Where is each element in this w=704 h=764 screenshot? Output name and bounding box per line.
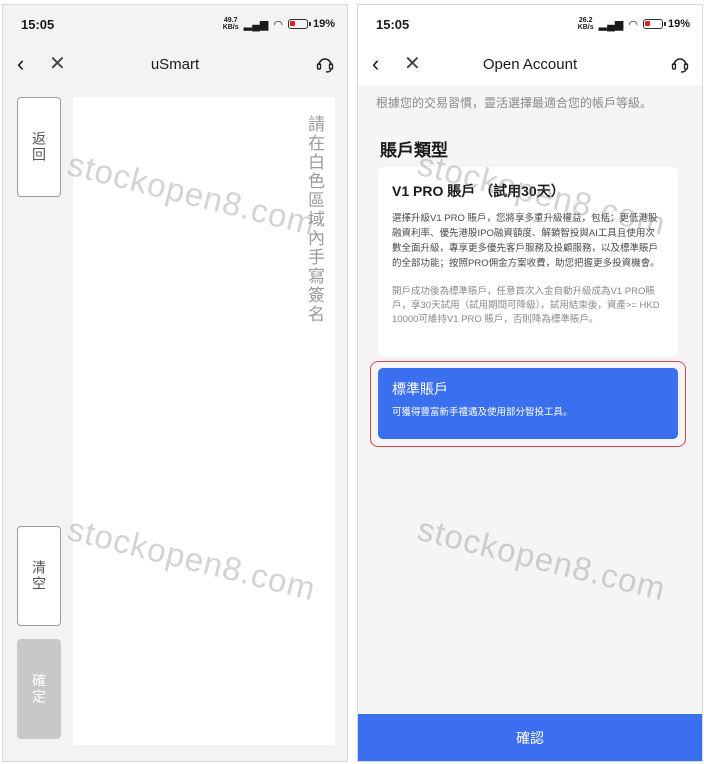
network-speed: 26.2 KB/s (577, 17, 594, 31)
option-title: V1 PRO 賬戶 （試用30天） (392, 183, 565, 199)
signature-screen: 15:05 49.7 KB/s ▂▄▆ ◠ 19% ‹ ✕ uSmart 返回 清… (2, 4, 348, 762)
customer-service-icon[interactable] (670, 54, 690, 74)
wifi-icon: ◠ (628, 18, 638, 31)
option-note: 開戶成功後為標準賬戶，任意首次入金自動升級成為V1 PRO賬戶，享30天試用（試… (392, 286, 660, 325)
account-option-standard[interactable]: 標準賬戶 可獲得豐富新手禮遇及使用部分智投工具。 (378, 368, 678, 439)
open-account-screen: 15:05 26.2 KB/s ▂▄▆ ◠ 19% ‹ ✕ Open Accoun… (357, 4, 703, 762)
account-option-v1-pro[interactable]: V1 PRO 賬戶 （試用30天） 選擇升級V1 PRO 賬戶，您將享多重升級權… (378, 167, 678, 357)
customer-service-icon[interactable] (315, 54, 335, 74)
watermark: stockopen8.com (414, 510, 670, 608)
status-bar: 15:05 49.7 KB/s ▂▄▆ ◠ 19% (3, 5, 347, 43)
battery-icon (287, 19, 311, 29)
status-bar: 15:05 26.2 KB/s ▂▄▆ ◠ 19% (358, 5, 702, 43)
wifi-icon: ◠ (273, 18, 283, 31)
option-description: 選擇升級V1 PRO 賬戶，您將享多重升級權益，包括：更低港股融資利率、優先港股… (392, 213, 660, 269)
option-description: 可獲得豐富新手禮遇及使用部分智投工具。 (392, 407, 573, 418)
confirm-button[interactable]: 確定 (17, 639, 61, 739)
signature-canvas[interactable]: 請在白色區域內手寫簽名 (73, 97, 335, 745)
battery-icon (642, 19, 666, 29)
signal-icon: ▂▄▆ (598, 18, 624, 31)
intro-text: 根據您的交易習慣，靈活選擇最適合您的帳戶等級。 (376, 96, 653, 110)
confirm-button[interactable]: 確認 (358, 714, 702, 761)
status-time: 15:05 (21, 16, 55, 32)
section-title: 賬戶類型 (380, 141, 448, 160)
back-button[interactable]: 返回 (17, 97, 61, 197)
option-title: 標準賬戶 (392, 381, 448, 397)
signature-hint: 請在白色區域內手寫簽名 (305, 115, 324, 324)
status-time: 15:05 (376, 16, 410, 32)
nav-bar: ‹ ✕ uSmart (3, 43, 347, 85)
page-title: Open Account (482, 55, 578, 73)
clear-button[interactable]: 清空 (17, 526, 61, 626)
network-speed: 49.7 KB/s (222, 17, 239, 31)
signal-icon: ▂▄▆ (243, 18, 269, 31)
page-title: uSmart (150, 55, 200, 73)
nav-bar: ‹ ✕ Open Account (358, 43, 702, 85)
